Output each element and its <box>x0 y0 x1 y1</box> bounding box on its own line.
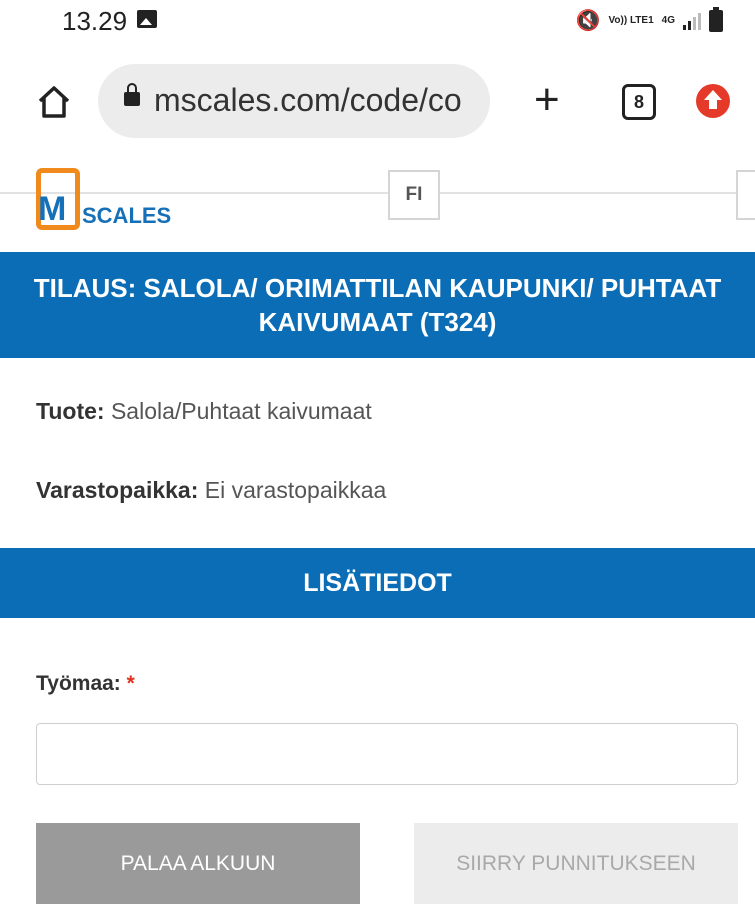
site-input[interactable] <box>36 723 738 785</box>
go-to-weighing-button[interactable]: SIIRRY PUNNITUKSEEN <box>414 823 738 904</box>
address-bar[interactable]: mscales.com/code/co <box>98 64 490 138</box>
volte-indicator: Vo)) LTE1 <box>608 14 654 26</box>
mscales-logo[interactable]: M SCALES <box>36 168 196 236</box>
language-button[interactable]: FI <box>388 170 440 220</box>
order-banner: TILAUS: SALOLA/ ORIMATTILAN KAUPUNKI/ PU… <box>0 252 755 358</box>
storage-info: Varastopaikka: Ei varastopaikkaa <box>36 477 386 504</box>
site-field-label: Työmaa: * <box>36 672 135 696</box>
mute-icon: 🔇 <box>575 10 601 32</box>
tabs-count-button[interactable]: 8 <box>622 84 656 120</box>
product-info: Tuote: Salola/Puhtaat kaivumaat <box>36 398 372 425</box>
status-time: 13.29 <box>62 6 128 36</box>
status-bar: 13.29 🔇 Vo)) LTE1 4G <box>0 0 755 42</box>
site-label: Työmaa: <box>36 672 121 695</box>
logo-text: SCALES <box>82 203 172 228</box>
signal-icon <box>683 12 701 30</box>
product-value: Salola/Puhtaat kaivumaat <box>110 398 372 424</box>
new-tab-icon[interactable]: + <box>534 78 560 122</box>
order-title-line1: TILAUS: SALOLA/ ORIMATTILAN KAUPUNKI/ PU… <box>33 273 722 303</box>
storage-value: Ei varastopaikkaa <box>204 477 387 503</box>
network-type: 4G <box>661 14 675 26</box>
battery-icon <box>709 6 723 32</box>
lock-icon <box>124 83 140 106</box>
order-title: TILAUS: SALOLA/ ORIMATTILAN KAUPUNKI/ PU… <box>34 271 722 339</box>
status-icons: 🔇 Vo)) LTE1 4G <box>575 6 723 33</box>
site-header: M SCALES FI <box>0 152 755 252</box>
order-title-line2: KAIVUMAAT (T324) <box>258 307 497 337</box>
menu-button[interactable] <box>736 170 755 220</box>
details-section-header: LISÄTIEDOT <box>0 548 755 618</box>
back-to-start-button[interactable]: PALAA ALKUUN <box>36 823 360 904</box>
storage-label: Varastopaikka: <box>36 477 199 503</box>
required-mark: * <box>126 672 135 695</box>
update-icon[interactable] <box>696 84 730 118</box>
browser-toolbar: mscales.com/code/co + 8 <box>0 42 755 194</box>
product-label: Tuote: <box>36 398 105 424</box>
home-icon[interactable] <box>36 84 72 120</box>
logo-letter: M <box>38 190 67 228</box>
url-text[interactable]: mscales.com/code/co <box>154 82 484 119</box>
gallery-icon <box>137 10 157 28</box>
